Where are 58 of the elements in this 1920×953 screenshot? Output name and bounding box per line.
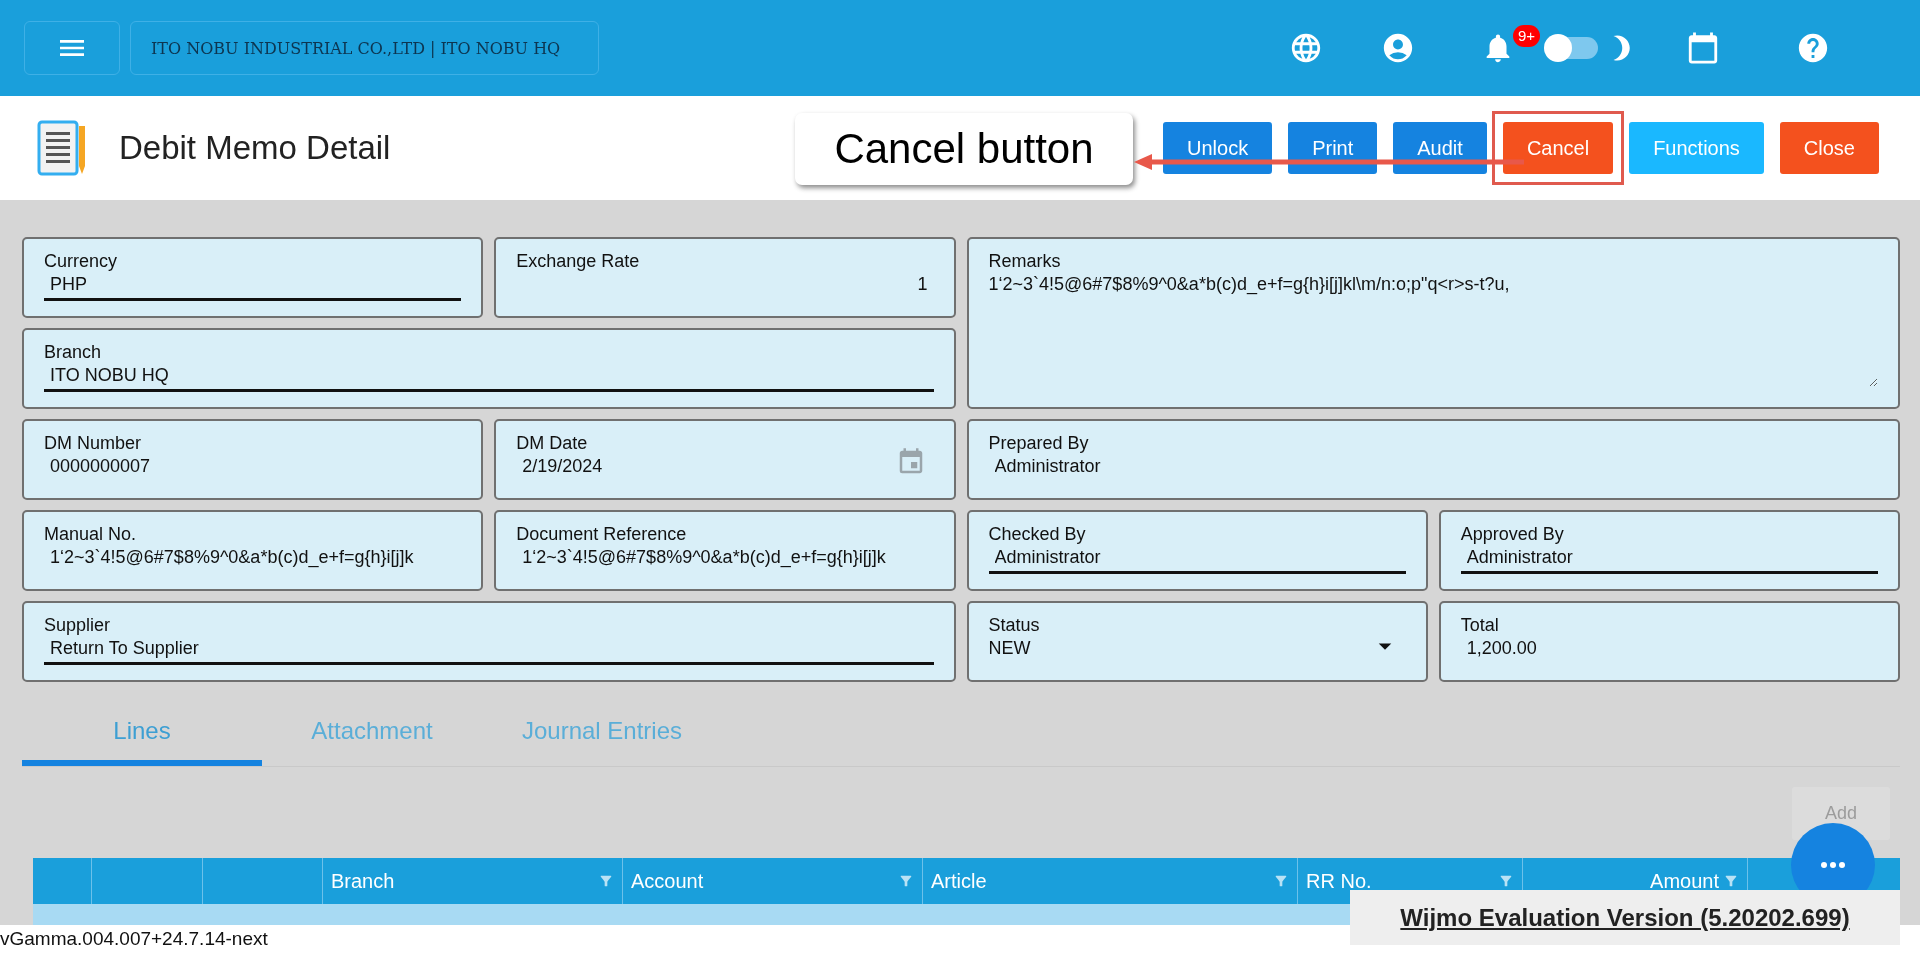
form-field[interactable]: Document Reference 1‘2~3`4!5@6#7$8%9^0&a*b(c)d_e+f=g{h}i[j]k [494, 510, 956, 591]
form-field[interactable]: Supplier Return To Supplier [22, 601, 956, 682]
form-field[interactable]: Remarks 1‘2~3`4!5@6#7$8%9^0&a*b(c)d_e+f=g{h}i[j]kl\m/n:o;p"q<r>s-t?u, [966, 237, 1900, 409]
field-label: Checked By [988, 524, 1087, 545]
field-label: Exchange Rate [516, 251, 641, 272]
help-icon[interactable] [1796, 31, 1830, 65]
form-field[interactable]: Exchange Rate 1 [494, 237, 956, 318]
field-input[interactable]: Administrator [988, 545, 1406, 574]
filter-icon[interactable] [898, 873, 914, 889]
field-input[interactable]: 1‘2~3`4!5@6#7$8%9^0&a*b(c)d_e+f=g{h}i[j]k [516, 545, 934, 574]
theme-toggle[interactable] [1546, 37, 1598, 59]
form-field[interactable]: Checked By Administrator [966, 510, 1428, 591]
form-field[interactable]: Manual No. 1‘2~3`4!5@6#7$8%9^0&a*b(c)d_e+f=g{h}i[j]k [22, 510, 484, 591]
form-field[interactable]: Status NEW [966, 601, 1428, 682]
field-label: Supplier [44, 615, 112, 636]
more-icon [1821, 862, 1845, 868]
form-field[interactable]: Approved By Administrator [1438, 510, 1900, 591]
field-input[interactable]: NEW [988, 636, 1406, 665]
field-input[interactable]: Return To Supplier [44, 636, 934, 665]
field-input[interactable]: ITO NOBU HQ [44, 363, 934, 392]
field-input[interactable]: 0000000007 [44, 454, 462, 483]
notification-badge: 9+ [1512, 25, 1540, 47]
filter-icon[interactable] [1498, 873, 1514, 889]
form-field[interactable]: Branch ITO NOBU HQ [22, 328, 956, 409]
page-title: Debit Memo Detail [119, 129, 391, 167]
field-input[interactable]: 1‘2~3`4!5@6#7$8%9^0&a*b(c)d_e+f=g{h}i[j]k [44, 545, 462, 574]
field-label: Status [988, 615, 1041, 636]
calendar-icon[interactable] [1686, 31, 1720, 65]
field-input[interactable]: Administrator [1460, 545, 1878, 574]
field-label: Remarks [988, 251, 1062, 272]
field-label: Manual No. [44, 524, 138, 545]
company-selector[interactable]: ITO NOBU INDUSTRIAL CO.,LTD | ITO NOBU HQ [130, 21, 599, 75]
remarks-input[interactable]: 1‘2~3`4!5@6#7$8%9^0&a*b(c)d_e+f=g{h}i[j]kl\m/n:o;p"q<r>s-t?u, [988, 272, 1878, 390]
field-label: Total [1460, 615, 1500, 636]
field-label: DM Number [44, 433, 142, 454]
field-input[interactable]: 1 [516, 272, 934, 301]
field-label: Document Reference [516, 524, 688, 545]
field-label: Currency [44, 251, 119, 272]
filter-icon[interactable] [1723, 873, 1739, 889]
field-input[interactable]: Administrator [988, 454, 1878, 483]
filter-icon[interactable] [1273, 873, 1289, 889]
field-input[interactable]: 2/19/2024 [516, 454, 934, 483]
form-field[interactable]: Total 1,200.00 [1438, 601, 1900, 682]
filter-icon[interactable] [598, 873, 614, 889]
field-label: Prepared By [988, 433, 1090, 454]
form-field[interactable]: Prepared By Administrator [966, 419, 1900, 500]
form-field[interactable]: Currency PHP [22, 237, 484, 318]
field-input[interactable]: PHP [44, 272, 462, 301]
field-label: Approved By [1460, 524, 1565, 545]
version-label: vGamma.004.007+24.7.14-next [0, 928, 268, 950]
form-field[interactable]: DM Number 0000000007 [22, 419, 484, 500]
field-label: Branch [44, 342, 103, 363]
field-input[interactable]: 1,200.00 [1460, 636, 1878, 665]
callout-label: Cancel button [795, 113, 1133, 185]
menu-button[interactable] [24, 21, 120, 75]
evaluation-toast: Wijmo Evaluation Version (5.20202.699) [1350, 890, 1900, 945]
form-field[interactable]: DM Date 2/19/2024 [494, 419, 956, 500]
field-label: DM Date [516, 433, 589, 454]
